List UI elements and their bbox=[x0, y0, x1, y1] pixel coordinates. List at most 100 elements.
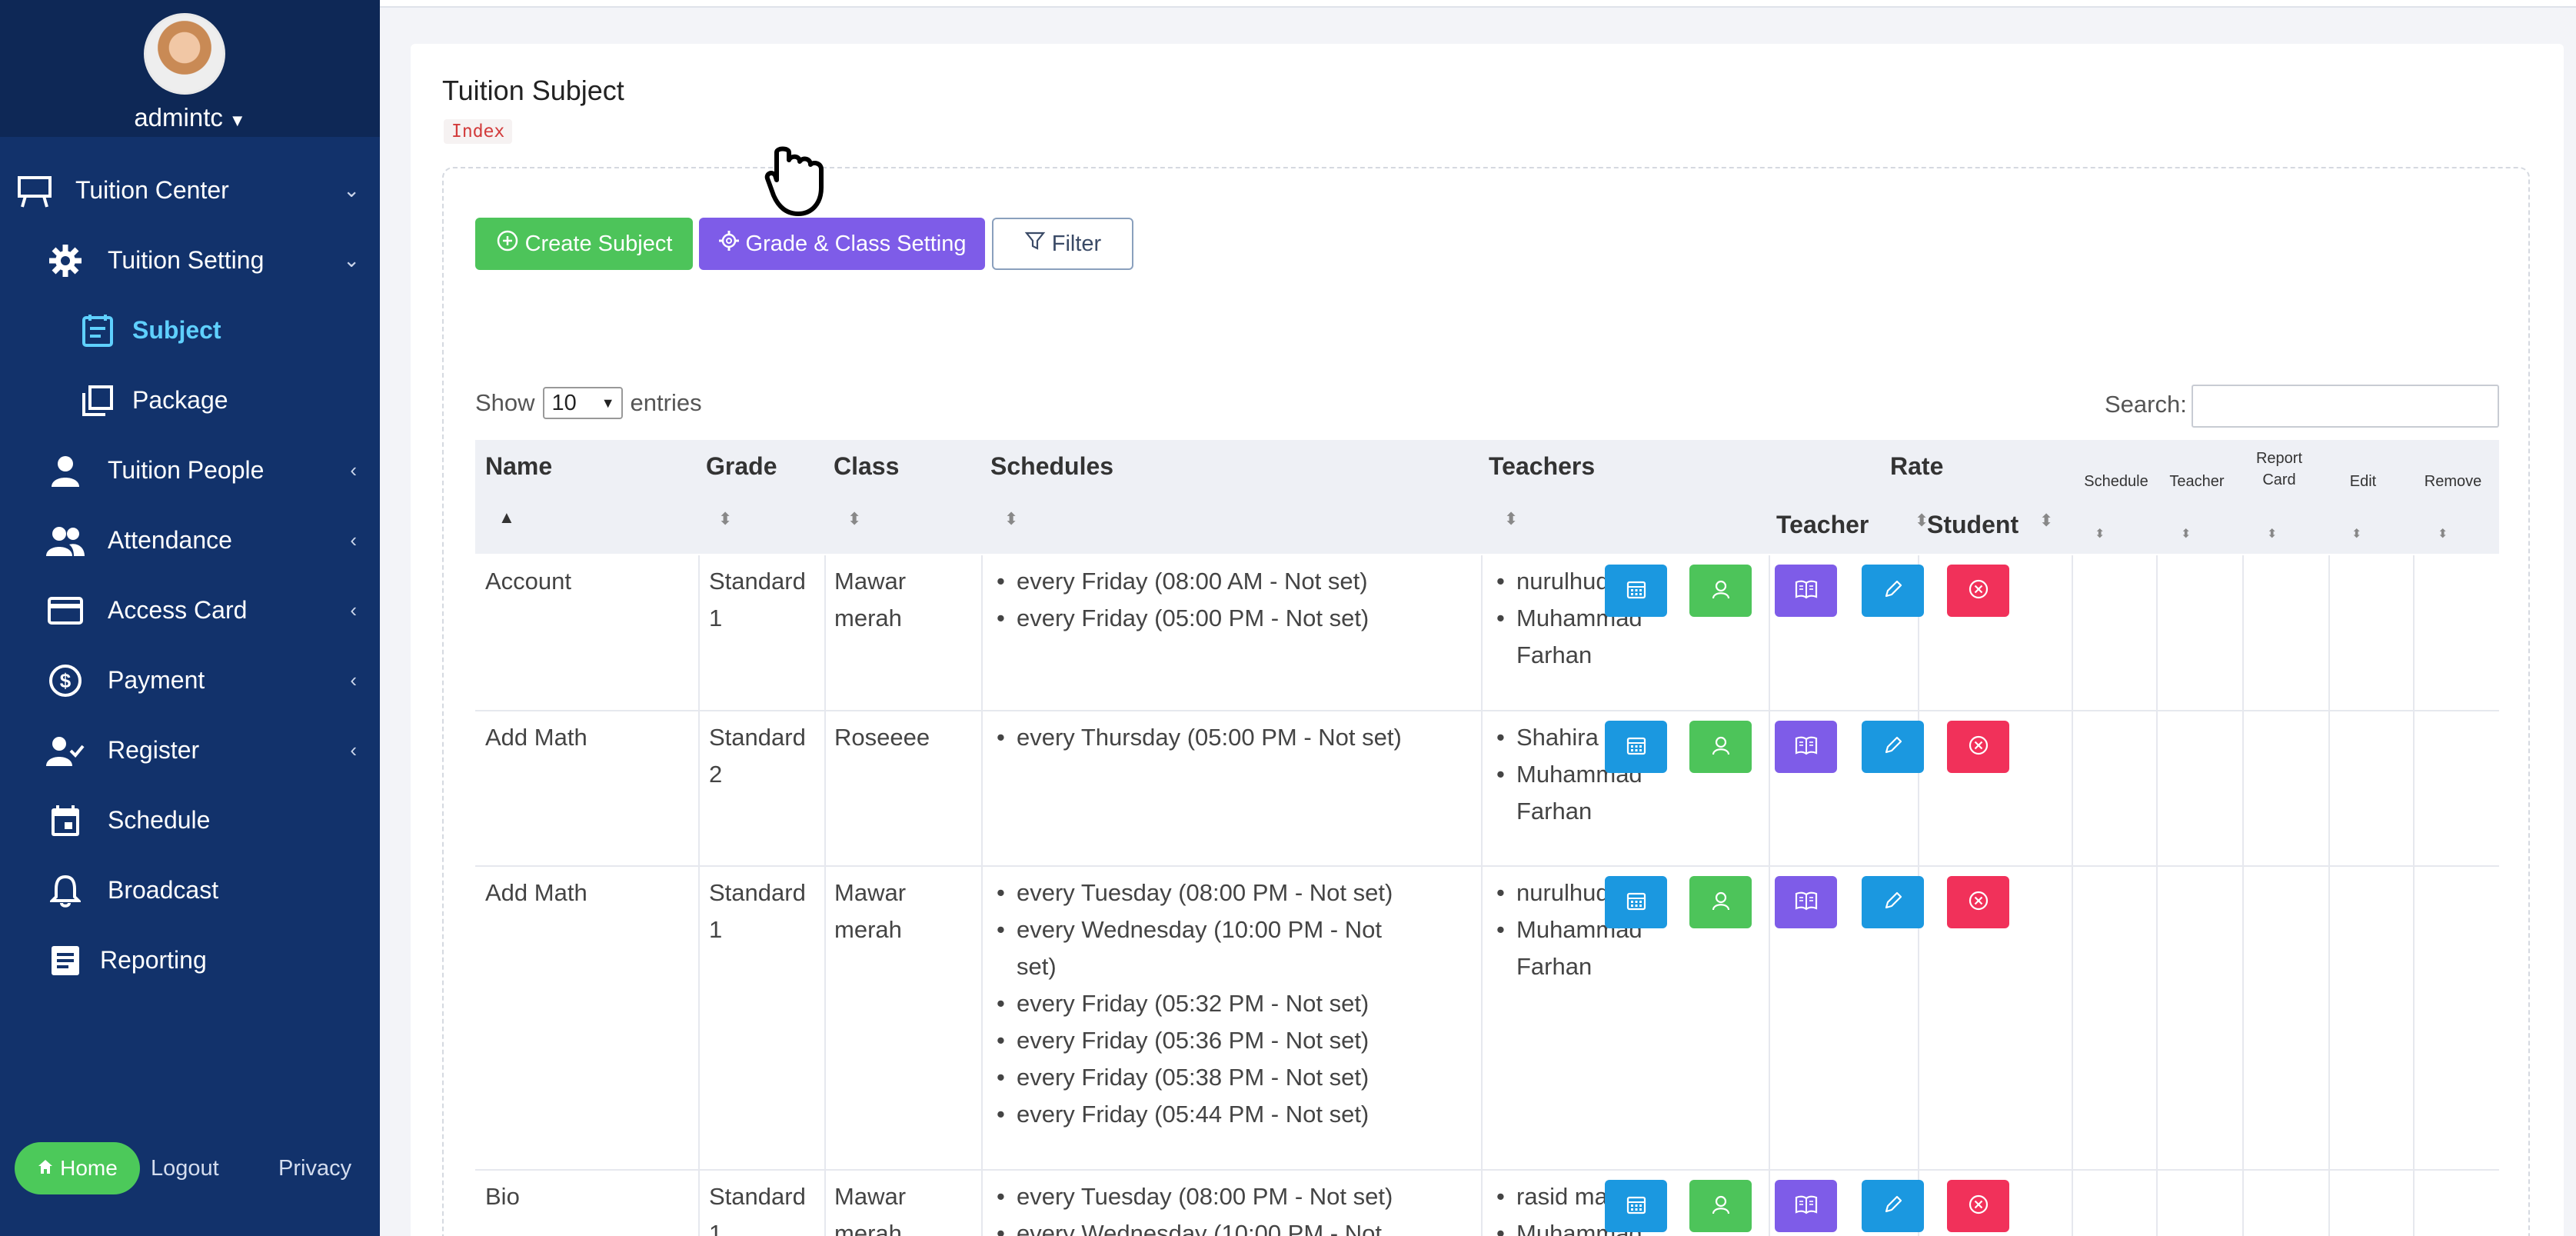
sidebar-item-package[interactable]: Package bbox=[0, 365, 380, 435]
sidebar-item-tuition-people[interactable]: Tuition People ‹ bbox=[0, 435, 380, 505]
report-card-button[interactable] bbox=[1775, 565, 1837, 617]
breadcrumb[interactable]: Index bbox=[444, 119, 513, 144]
column-header-remove[interactable]: Remove bbox=[2410, 471, 2496, 492]
sidebar-item-schedule[interactable]: Schedule bbox=[0, 785, 380, 855]
column-header-rate-teacher[interactable]: Teacher bbox=[1776, 511, 1869, 539]
sort-icon[interactable]: ⬍ bbox=[718, 509, 732, 529]
cell-teachers-item: Farhan bbox=[1516, 953, 1593, 980]
cell-schedules: every Tuesday (08:00 PM - Not set)every … bbox=[990, 875, 1393, 1133]
sort-asc-icon[interactable]: ▲ bbox=[498, 508, 515, 528]
cell-schedules: every Tuesday (08:00 PM - Not set)every … bbox=[990, 1178, 1393, 1236]
edit-button[interactable] bbox=[1862, 565, 1924, 617]
report-label-line2: Card bbox=[2262, 471, 2296, 488]
sort-icon[interactable]: ⬍ bbox=[847, 509, 861, 529]
column-header-report-card[interactable]: Report Card bbox=[2244, 448, 2315, 491]
presentation-board-icon bbox=[15, 172, 54, 210]
column-header-teachers[interactable]: Teachers bbox=[1489, 452, 1595, 481]
sidebar-item-tuition-center[interactable]: Tuition Center ⌄ bbox=[0, 155, 380, 225]
svg-text:$: $ bbox=[60, 669, 72, 692]
logout-link[interactable]: Logout bbox=[151, 1156, 219, 1181]
column-divider bbox=[2072, 867, 2073, 1169]
cell-grade: Standard 1 bbox=[709, 1178, 806, 1236]
edit-button[interactable] bbox=[1862, 876, 1924, 928]
pencil-icon bbox=[1883, 1194, 1903, 1218]
grade-class-setting-button[interactable]: Grade & Class Setting bbox=[699, 218, 985, 270]
sort-icon[interactable]: ⬍ bbox=[1504, 509, 1518, 529]
remove-button[interactable] bbox=[1947, 565, 2009, 617]
avatar[interactable] bbox=[144, 13, 225, 95]
schedule-button[interactable] bbox=[1605, 876, 1667, 928]
sidebar-item-reporting[interactable]: Reporting bbox=[0, 925, 380, 995]
report-card-button[interactable] bbox=[1775, 876, 1837, 928]
report-card-button[interactable] bbox=[1775, 721, 1837, 773]
sort-icon[interactable]: ⬍ bbox=[2095, 526, 2105, 541]
column-divider bbox=[1769, 1171, 1770, 1236]
book-icon bbox=[1795, 890, 1818, 915]
chevron-left-icon: ‹ bbox=[350, 458, 357, 481]
cell-name: Add Math bbox=[485, 719, 693, 756]
report-card-button[interactable] bbox=[1775, 1180, 1837, 1232]
remove-button[interactable] bbox=[1947, 721, 2009, 773]
sidebar-item-payment[interactable]: $ Payment ‹ bbox=[0, 645, 380, 715]
sort-icon[interactable]: ⬍ bbox=[2351, 526, 2361, 541]
privacy-link[interactable]: Privacy bbox=[278, 1156, 351, 1181]
sort-icon[interactable]: ⬍ bbox=[2181, 526, 2191, 541]
user-menu[interactable]: admintc ▼ bbox=[0, 103, 380, 132]
remove-button[interactable] bbox=[1947, 1180, 2009, 1232]
edit-button[interactable] bbox=[1862, 1180, 1924, 1232]
column-header-rate-student[interactable]: Student bbox=[1927, 511, 2019, 539]
subject-name: Add Math bbox=[485, 879, 587, 906]
edit-button[interactable] bbox=[1862, 721, 1924, 773]
calendar-icon bbox=[46, 801, 85, 840]
cell-grade-line: 1 bbox=[709, 605, 723, 631]
chevron-down-icon: ⌄ bbox=[343, 178, 360, 202]
sidebar-item-label: Subject bbox=[132, 316, 221, 344]
teacher-button[interactable] bbox=[1689, 565, 1752, 617]
column-header-edit[interactable]: Edit bbox=[2325, 471, 2401, 492]
cell-grade: Standard 1 bbox=[709, 875, 806, 948]
create-subject-button[interactable]: Create Subject bbox=[475, 218, 693, 270]
teacher-button[interactable] bbox=[1689, 721, 1752, 773]
cell-schedules-item: every Friday (08:00 AM - Not set) bbox=[990, 563, 1369, 600]
search-input[interactable] bbox=[2192, 385, 2499, 428]
column-header-class[interactable]: Class bbox=[834, 452, 899, 481]
home-button[interactable]: Home bbox=[15, 1142, 140, 1194]
close-circle-icon bbox=[1968, 1194, 1989, 1219]
book-icon bbox=[1795, 1194, 1818, 1219]
cell-grade-line: Standard bbox=[709, 879, 806, 906]
schedule-button[interactable] bbox=[1605, 1180, 1667, 1232]
cell-class-line: Roseeee bbox=[834, 724, 930, 751]
teacher-button[interactable] bbox=[1689, 876, 1752, 928]
sort-icon[interactable]: ⬍ bbox=[1004, 509, 1018, 529]
teacher-button[interactable] bbox=[1689, 1180, 1752, 1232]
sidebar-item-tuition-setting[interactable]: Tuition Setting ⌄ bbox=[0, 225, 380, 295]
sidebar-item-register[interactable]: Register ‹ bbox=[0, 715, 380, 785]
chevron-left-icon: ‹ bbox=[350, 528, 357, 551]
chevron-left-icon: ‹ bbox=[350, 598, 357, 621]
column-divider bbox=[2413, 711, 2415, 865]
sidebar-item-broadcast[interactable]: Broadcast bbox=[0, 855, 380, 925]
filter-button[interactable]: Filter bbox=[992, 218, 1133, 270]
credit-card-icon bbox=[46, 591, 85, 630]
filter-icon bbox=[1024, 230, 1046, 258]
column-header-schedule[interactable]: Schedule bbox=[2075, 471, 2158, 492]
sidebar-item-subject[interactable]: Subject bbox=[0, 295, 380, 365]
create-subject-label: Create Subject bbox=[524, 231, 673, 256]
column-divider bbox=[1481, 867, 1483, 1169]
sidebar-item-attendance[interactable]: Attendance ‹ bbox=[0, 505, 380, 575]
sidebar-item-access-card[interactable]: Access Card ‹ bbox=[0, 575, 380, 645]
column-header-grade[interactable]: Grade bbox=[706, 452, 777, 481]
schedule-button[interactable] bbox=[1605, 565, 1667, 617]
sort-icon[interactable]: ⬍ bbox=[2267, 526, 2277, 541]
column-header-teacher[interactable]: Teacher bbox=[2158, 471, 2236, 492]
entries-select[interactable]: 10 ▼ bbox=[542, 387, 623, 419]
column-header-schedules[interactable]: Schedules bbox=[990, 452, 1113, 481]
column-header-name[interactable]: Name bbox=[485, 452, 552, 481]
sort-icon[interactable]: ⬍ bbox=[2438, 526, 2448, 541]
schedule-button[interactable] bbox=[1605, 721, 1667, 773]
sort-icon[interactable]: ⬍ bbox=[2039, 511, 2053, 531]
remove-button[interactable] bbox=[1947, 876, 2009, 928]
cell-class: Mawar merah bbox=[834, 1178, 906, 1236]
copy-icon bbox=[78, 381, 117, 420]
column-divider bbox=[2072, 1171, 2073, 1236]
